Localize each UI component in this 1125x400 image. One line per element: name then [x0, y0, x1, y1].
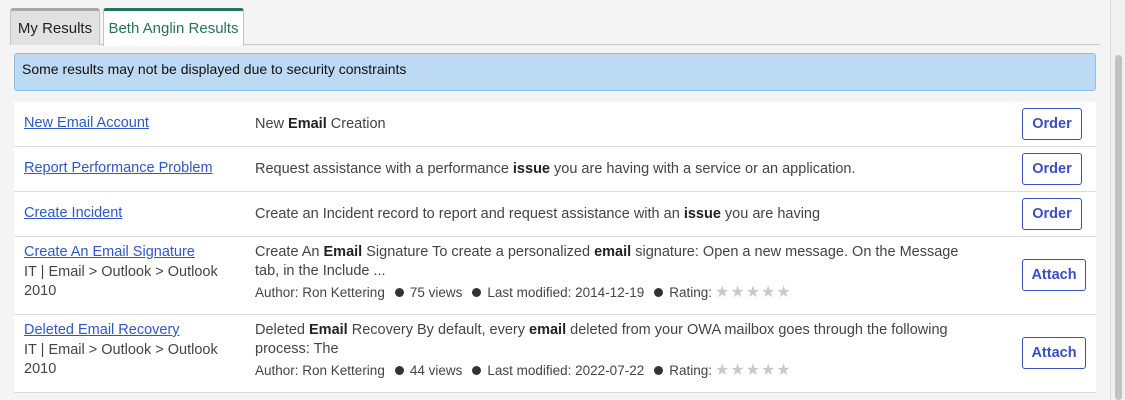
order-button[interactable]: Order — [1022, 198, 1082, 230]
result-title-link[interactable]: Report Performance Problem — [24, 160, 213, 176]
list-item: New Email Account New Email Creation Ord… — [14, 102, 1096, 147]
bullet-icon — [394, 287, 404, 297]
tab-my-results[interactable]: My Results — [10, 8, 100, 45]
attach-button[interactable]: Attach — [1022, 259, 1086, 291]
last-modified: Last modified: 2014-12-19 — [487, 284, 645, 300]
author-label: Author: Ron Kettering — [255, 284, 385, 300]
list-item: Report Performance Problem Request assis… — [14, 147, 1096, 192]
vertical-scrollbar[interactable] — [1110, 0, 1125, 400]
results-tabs: My Results Beth Anglin Results — [10, 8, 1100, 46]
result-description: New Email Creation — [255, 116, 386, 132]
tab-beth-anglin-results[interactable]: Beth Anglin Results — [103, 8, 244, 46]
rating-stars-icon[interactable]: ★★★★★ — [715, 282, 792, 302]
views-count: 44 views — [409, 362, 463, 378]
rating-label: Rating: — [669, 284, 712, 300]
list-item: Deleted Email Recovery IT | Email > Outl… — [14, 315, 1096, 393]
security-alert: Some results may not be displayed due to… — [14, 53, 1096, 91]
author-label: Author: Ron Kettering — [255, 362, 385, 378]
result-title-link[interactable]: New Email Account — [24, 115, 149, 131]
result-description: Create An Email Signature To create a pe… — [255, 244, 959, 279]
category-path: IT | Email > Outlook > Outlook 2010 — [24, 264, 218, 299]
rating-label: Rating: — [669, 362, 712, 378]
attach-button[interactable]: Attach — [1022, 337, 1086, 369]
result-description: Request assistance with a performance is… — [255, 161, 856, 177]
bullet-icon — [654, 287, 664, 297]
result-description: Create an Incident record to report and … — [255, 206, 821, 222]
last-modified: Last modified: 2022-07-22 — [487, 362, 645, 378]
order-button[interactable]: Order — [1022, 153, 1082, 185]
article-meta: Author: Ron Kettering 44 views Last modi… — [255, 360, 792, 380]
results-list: New Email Account New Email Creation Ord… — [14, 102, 1096, 393]
bullet-icon — [654, 365, 664, 375]
views-count: 75 views — [409, 284, 463, 300]
category-path: IT | Email > Outlook > Outlook 2010 — [24, 342, 218, 377]
bullet-icon — [472, 365, 482, 375]
result-title-link[interactable]: Deleted Email Recovery — [24, 322, 180, 338]
result-title-link[interactable]: Create Incident — [24, 205, 122, 221]
list-item: Create Incident Create an Incident recor… — [14, 192, 1096, 237]
article-meta: Author: Ron Kettering 75 views Last modi… — [255, 282, 792, 302]
result-title-link[interactable]: Create An Email Signature — [24, 244, 195, 260]
bullet-icon — [472, 287, 482, 297]
scrollbar-thumb[interactable] — [1115, 55, 1122, 400]
order-button[interactable]: Order — [1022, 108, 1082, 140]
rating-stars-icon[interactable]: ★★★★★ — [715, 360, 792, 380]
result-description: Deleted Email Recovery By default, every… — [255, 322, 948, 357]
bullet-icon — [394, 365, 404, 375]
list-item: Create An Email Signature IT | Email > O… — [14, 237, 1096, 315]
